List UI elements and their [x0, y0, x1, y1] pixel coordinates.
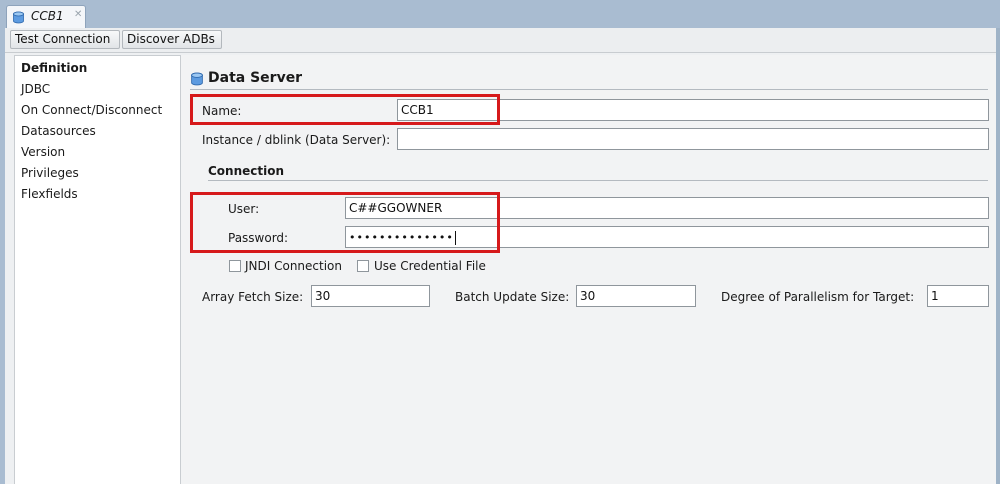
use-credential-file-label: Use Credential File — [374, 259, 486, 273]
array-fetch-size-field[interactable]: 30 — [311, 285, 430, 307]
jndi-connection-checkbox[interactable] — [229, 260, 241, 272]
section-title-data-server: Data Server — [208, 70, 303, 86]
sidebar-item-version[interactable]: Version — [21, 145, 65, 159]
instance-field[interactable] — [397, 128, 989, 150]
editor-tab-strip: CCB1 ✕ — [0, 0, 1000, 28]
scrollbar[interactable] — [996, 28, 1000, 484]
name-field[interactable]: CCB1 — [397, 99, 989, 121]
sidebar-item-definition[interactable]: Definition — [21, 61, 87, 75]
parallelism-label: Degree of Parallelism for Target: — [721, 290, 915, 304]
instance-label: Instance / dblink (Data Server): — [202, 133, 391, 147]
sidebar-item-privileges[interactable]: Privileges — [21, 166, 79, 180]
discover-adbs-button[interactable]: Discover ADBs — [122, 30, 222, 49]
sidebar-item-on-connect-disconnect[interactable]: On Connect/Disconnect — [21, 103, 162, 117]
text-caret — [454, 230, 456, 245]
definition-form: Data Server Name: CCB1 Instance / dblink… — [181, 55, 996, 484]
name-label: Name: — [202, 104, 242, 118]
array-fetch-size-label: Array Fetch Size: — [202, 290, 304, 304]
password-label: Password: — [228, 231, 289, 245]
sidebar-item-jdbc[interactable]: JDBC — [21, 82, 50, 96]
use-credential-file-checkbox[interactable] — [357, 260, 369, 272]
database-icon — [13, 11, 24, 24]
toolbar: Test Connection Discover ADBs — [5, 28, 996, 53]
jndi-connection-label: JNDI Connection — [245, 259, 343, 273]
password-field[interactable]: •••••••••••••• — [345, 226, 989, 248]
test-connection-button[interactable]: Test Connection — [10, 30, 120, 49]
tab-label: CCB1 — [31, 9, 64, 23]
sidebar-item-datasources[interactable]: Datasources — [21, 124, 96, 138]
section-title-connection: Connection — [208, 164, 285, 178]
user-label: User: — [228, 202, 260, 216]
batch-update-size-field[interactable]: 30 — [576, 285, 696, 307]
sidebar-item-flexfields[interactable]: Flexfields — [21, 187, 78, 201]
tab-ccb1[interactable]: CCB1 ✕ — [6, 5, 86, 28]
batch-update-size-label: Batch Update Size: — [455, 290, 570, 304]
user-field[interactable]: C##GGOWNER — [345, 197, 989, 219]
divider — [190, 89, 988, 90]
divider — [208, 180, 988, 181]
database-icon — [191, 72, 203, 86]
editor-panel: Test Connection Discover ADBs Definition… — [5, 28, 996, 484]
close-icon[interactable]: ✕ — [74, 9, 82, 20]
sidebar: Definition JDBC On Connect/Disconnect Da… — [14, 55, 181, 484]
password-mask: •••••••••••••• — [349, 231, 454, 244]
parallelism-field[interactable]: 1 — [927, 285, 989, 307]
